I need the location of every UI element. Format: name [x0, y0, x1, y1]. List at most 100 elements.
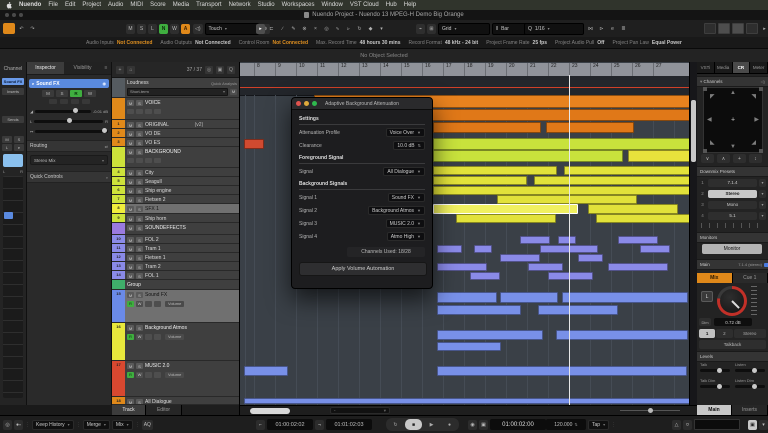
downmix-active-indicator[interactable]	[764, 263, 768, 267]
audio-clip[interactable]	[470, 272, 500, 280]
audio-clip[interactable]	[433, 176, 527, 185]
audio-clip[interactable]	[608, 263, 668, 271]
track-row[interactable]: 2 M S VO DE R W	[112, 129, 239, 138]
audio-clip[interactable]	[520, 236, 550, 244]
loudness-controls[interactable]: Short-term ▾ M	[127, 88, 237, 95]
audio-clip[interactable]	[497, 195, 637, 204]
downmix-select-button[interactable]: 1	[699, 329, 715, 338]
freeze-icon[interactable]	[82, 99, 90, 104]
play-button[interactable]: ▶	[423, 419, 440, 430]
solo-button[interactable]: S	[136, 206, 143, 212]
record-button[interactable]: ●	[441, 419, 458, 430]
grid-icon[interactable]: ⊞	[427, 24, 436, 34]
close-button[interactable]	[296, 101, 301, 106]
tool-icon[interactable]: ∿	[333, 24, 342, 34]
audio-clip[interactable]	[500, 292, 558, 303]
chevron-down-icon[interactable]: ▾	[759, 201, 766, 209]
downmix-select-button[interactable]: Stereo	[734, 329, 767, 338]
tab-track[interactable]: Track	[112, 405, 146, 415]
track-row[interactable]: 5 M S Seagull R W	[112, 177, 239, 186]
audio-clip[interactable]	[433, 138, 690, 150]
window-controls[interactable]	[5, 13, 23, 17]
audio-clip[interactable]	[437, 305, 521, 315]
tool-icon[interactable]: ◎	[322, 24, 331, 34]
automation-speaker-icon[interactable]: ◁)	[193, 24, 203, 34]
menu-item[interactable]: Studio	[258, 2, 275, 8]
monitor-icon[interactable]	[60, 99, 68, 104]
redo-icon[interactable]: ↷	[28, 24, 37, 34]
audio-clip[interactable]	[456, 214, 556, 223]
mute-button[interactable]: M	[127, 140, 134, 146]
left-locator-field[interactable]: 01:00:02:02	[267, 419, 313, 430]
track-row[interactable]: 1 M S ORIGINAL (v2) R W	[112, 120, 239, 129]
menu-item[interactable]: Media	[173, 2, 189, 8]
menu-item[interactable]: Network	[229, 2, 251, 8]
chevron-down-icon[interactable]: ▾	[759, 179, 766, 187]
levels-section-header[interactable]: Levels	[697, 351, 768, 362]
solo-button[interactable]: S	[136, 246, 143, 252]
dialog-row-control[interactable]: Atmo High ▼	[387, 232, 425, 241]
panner-mode-icon[interactable]: ∧	[717, 154, 730, 163]
zones-setup-toggle[interactable]	[746, 23, 758, 34]
track-row[interactable]: 11 M S Tram 1 R W	[112, 244, 239, 253]
status-item[interactable]: Project Pan Law Equal Power	[612, 40, 681, 46]
mute-button[interactable]: M	[127, 273, 134, 279]
channel-track-name[interactable]: Sound FX	[2, 78, 24, 85]
menu-item[interactable]: Nuendo	[19, 2, 41, 8]
right-zone-toggle[interactable]	[732, 23, 744, 34]
solo-button[interactable]: S	[136, 188, 143, 194]
audio-clip[interactable]	[433, 204, 578, 214]
right-zone-tab[interactable]: Meter	[750, 62, 768, 73]
audio-performance-meter[interactable]	[694, 419, 740, 430]
camera-icon[interactable]: ◉	[103, 81, 107, 86]
read-automation-button[interactable]: R	[70, 90, 82, 97]
scrollbar-thumb[interactable]	[691, 100, 696, 162]
tool-icon[interactable]: ↻	[355, 24, 364, 34]
zoom-slider[interactable]	[620, 410, 680, 411]
solo-button[interactable]: S	[136, 264, 143, 270]
activate-project-button[interactable]	[3, 23, 15, 34]
control-room-level-knob[interactable]	[717, 286, 747, 316]
audio-clip[interactable]	[433, 186, 690, 195]
panner-mode-icon[interactable]: +	[733, 154, 746, 163]
audio-clip[interactable]	[548, 272, 593, 280]
dialog-row-control[interactable]: 10.0 dB ⇅	[393, 141, 425, 150]
menu-icon[interactable]: ≣	[619, 24, 628, 34]
auto-quantize-button[interactable]: AQ	[142, 420, 153, 430]
audio-clip[interactable]	[562, 292, 688, 303]
menu-item[interactable]: Score	[150, 2, 166, 8]
tab-editor[interactable]: Editor	[146, 405, 182, 415]
status-item[interactable]: Record Format 48 kHz - 24 bit	[408, 40, 478, 46]
sends-section-button[interactable]: Sends	[2, 116, 24, 123]
audiowarp-icon[interactable]: ⊳	[597, 24, 606, 34]
tap-tempo-button[interactable]: Tap ▾	[588, 420, 609, 430]
audio-clip[interactable]	[433, 122, 541, 133]
downmix-preset-row[interactable]: 1 7.1.4 ▾	[697, 177, 768, 188]
minimize-button[interactable]	[304, 101, 309, 106]
dialog-row-control[interactable]: Voice Over ▼	[386, 128, 425, 137]
tool-icon[interactable]: ⊏	[267, 24, 276, 34]
add-track-icon[interactable]: +	[116, 66, 124, 74]
tool-icon[interactable]: ×	[311, 24, 320, 34]
right-zone-tab[interactable]: CR	[733, 62, 751, 73]
chevron-down-icon[interactable]: ▾	[759, 190, 766, 198]
right-locator-field[interactable]: 01:01:02:03	[326, 419, 372, 430]
mute-button[interactable]: M	[127, 170, 134, 176]
monitor-select-button[interactable]: Monitor	[702, 244, 762, 254]
level-value-readout[interactable]: 0.72 dB	[714, 318, 752, 326]
mute-button[interactable]: M	[2, 136, 12, 143]
solo-button[interactable]: S	[136, 325, 143, 331]
audio-clip[interactable]	[433, 150, 623, 162]
tab-inserts[interactable]: Inserts	[732, 405, 768, 415]
mute-button[interactable]: M	[127, 131, 134, 137]
mute-button[interactable]: M	[42, 90, 54, 97]
punch-in-icon[interactable]: ⌐	[256, 420, 265, 430]
panner-mode-icon[interactable]: ↕	[749, 154, 762, 163]
dialog-row-control[interactable]: All Dialogue ▼	[383, 167, 425, 176]
track-row[interactable]: 14 M S FOL 1 R W	[112, 271, 239, 280]
audio-clip[interactable]	[437, 245, 462, 253]
metronome-setup-icon[interactable]: ¤	[683, 420, 692, 430]
audio-clip[interactable]	[500, 254, 540, 262]
pre-roll-icon[interactable]: ◉	[468, 420, 477, 430]
mute-button[interactable]: M	[127, 179, 134, 185]
